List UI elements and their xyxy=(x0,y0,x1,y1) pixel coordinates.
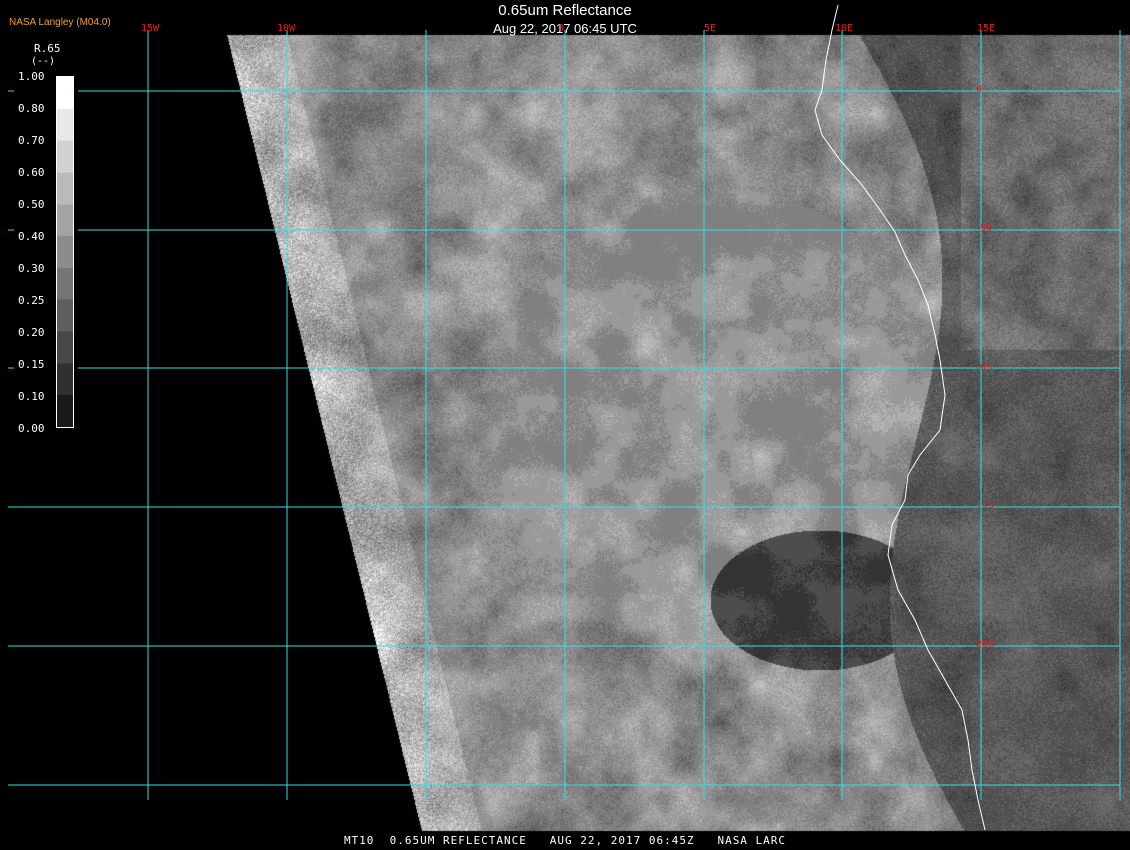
lon-label: 10W xyxy=(277,23,296,34)
footer-caption: MT10 0.65UM REFLECTANCE AUG 22, 2017 06:… xyxy=(343,834,787,847)
lon-label: 15E xyxy=(977,23,996,34)
colorbar-unit: (--) xyxy=(31,56,56,67)
image-datetime: Aug 22, 2017 06:45 UTC xyxy=(493,21,637,36)
colorbar-tick: 0.00 xyxy=(18,422,45,435)
colorbar-tick: 0.30 xyxy=(18,262,45,275)
lon-label: 0 xyxy=(558,23,565,34)
lon-label: 5E xyxy=(704,23,717,34)
lat-label: 15S xyxy=(976,500,995,511)
colorbar-title: R.65 xyxy=(34,42,61,55)
lat-label: 0 xyxy=(976,84,983,95)
colorbar-strip xyxy=(56,76,74,428)
colorbar-tick: 0.25 xyxy=(18,294,45,307)
colorbar-tick: 0.70 xyxy=(18,134,45,147)
colorbar-tick: 0.10 xyxy=(18,390,45,403)
lon-label: 15W xyxy=(141,23,160,34)
colorbar-tick: 0.50 xyxy=(18,198,45,211)
brand-label: NASA Langley (M04.0) xyxy=(9,17,111,28)
lon-label: 10E xyxy=(835,23,854,34)
lat-lon-grid xyxy=(8,30,1121,800)
map-overlay xyxy=(8,4,1121,831)
lat-label: 5S xyxy=(980,223,993,234)
colorbar: R.65 (--) 1.00 0.80 0.70 0.60 0.50 0.40 … xyxy=(14,38,78,440)
colorbar-tick: 0.40 xyxy=(18,230,45,243)
colorbar-tick: 1.00 xyxy=(18,70,45,83)
image-title: 0.65um Reflectance xyxy=(498,2,632,19)
colorbar-tick: 0.15 xyxy=(18,358,45,371)
colorbar-tick: 0.80 xyxy=(18,102,45,115)
colorbar-tick: 0.60 xyxy=(18,166,45,179)
colorbar-tick: 0.20 xyxy=(18,326,45,339)
lat-label: 20S xyxy=(976,639,995,650)
lat-label: 10S xyxy=(974,362,993,373)
coastline xyxy=(814,4,986,831)
